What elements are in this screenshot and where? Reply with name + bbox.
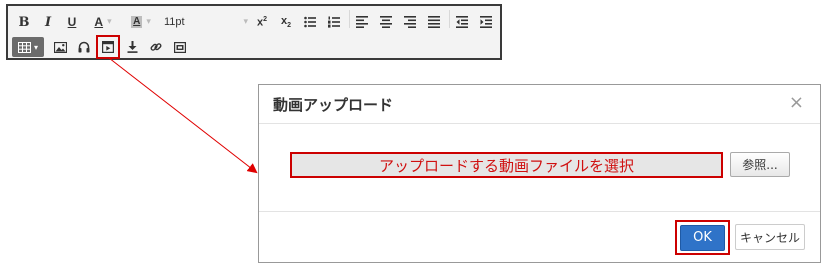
browse-button[interactable]: 参照... <box>730 152 790 177</box>
dialog-title: 動画アップロード <box>273 96 394 114</box>
dialog-footer: OK キャンセル <box>259 211 820 262</box>
dialog-header: 動画アップロード × <box>259 85 820 124</box>
ok-button-highlight: OK <box>675 220 730 255</box>
close-icon[interactable]: × <box>789 94 804 112</box>
video-upload-dialog: 動画アップロード × アップロードする動画ファイルを選択 参照... OK キャ… <box>258 84 821 263</box>
video-file-select-field[interactable]: アップロードする動画ファイルを選択 <box>290 152 723 178</box>
ok-button[interactable]: OK <box>680 224 725 251</box>
cancel-button[interactable]: キャンセル <box>735 224 805 250</box>
